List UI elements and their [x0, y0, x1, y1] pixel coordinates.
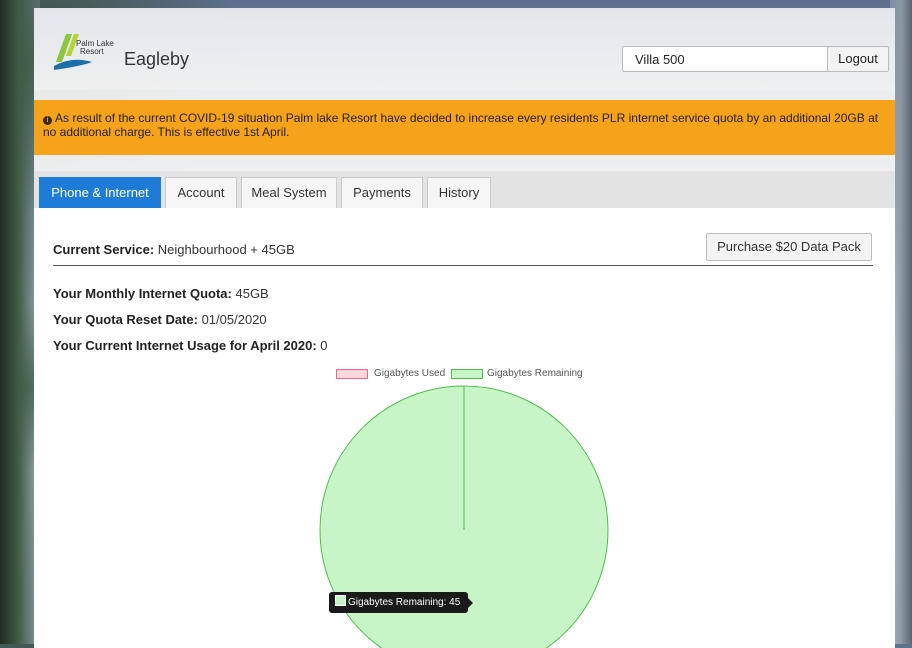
tooltip-text: Gigabytes Remaining: 45	[348, 597, 461, 608]
page-container: Palm Lake Resort Eagleby Villa 500 ▼ Log…	[34, 8, 895, 648]
site-name: Eagleby	[124, 49, 190, 69]
tooltip-swatch	[335, 595, 346, 606]
tab-history[interactable]: History	[427, 177, 491, 208]
tab-account[interactable]: Account	[165, 177, 237, 208]
chart-tooltip: Gigabytes Remaining: 45	[329, 592, 474, 613]
tab-meal-system[interactable]: Meal System	[241, 177, 337, 208]
villa-select-value: Villa 500	[635, 52, 685, 67]
info-icon: i	[43, 116, 52, 125]
header: Palm Lake Resort Eagleby Villa 500 ▼ Log…	[34, 8, 895, 90]
tab-bar: Phone & Internet Account Meal System Pay…	[34, 171, 895, 209]
villa-select[interactable]: Villa 500 ▼	[622, 46, 854, 72]
svg-text:Resort: Resort	[80, 47, 104, 56]
palm-lake-resort-logo[interactable]: Palm Lake Resort	[52, 32, 116, 72]
covid-alert-banner: i As result of the current COVID-19 situa…	[34, 100, 895, 155]
phone-internet-panel: Current Service: Neighbourhood + 45GB Pu…	[34, 208, 895, 648]
tab-payments[interactable]: Payments	[341, 177, 423, 208]
logout-button[interactable]: Logout	[827, 46, 889, 72]
alert-text: As result of the current COVID-19 situat…	[43, 111, 879, 139]
usage-pie-chart[interactable]	[34, 208, 895, 648]
tab-phone-internet[interactable]: Phone & Internet	[39, 177, 161, 208]
